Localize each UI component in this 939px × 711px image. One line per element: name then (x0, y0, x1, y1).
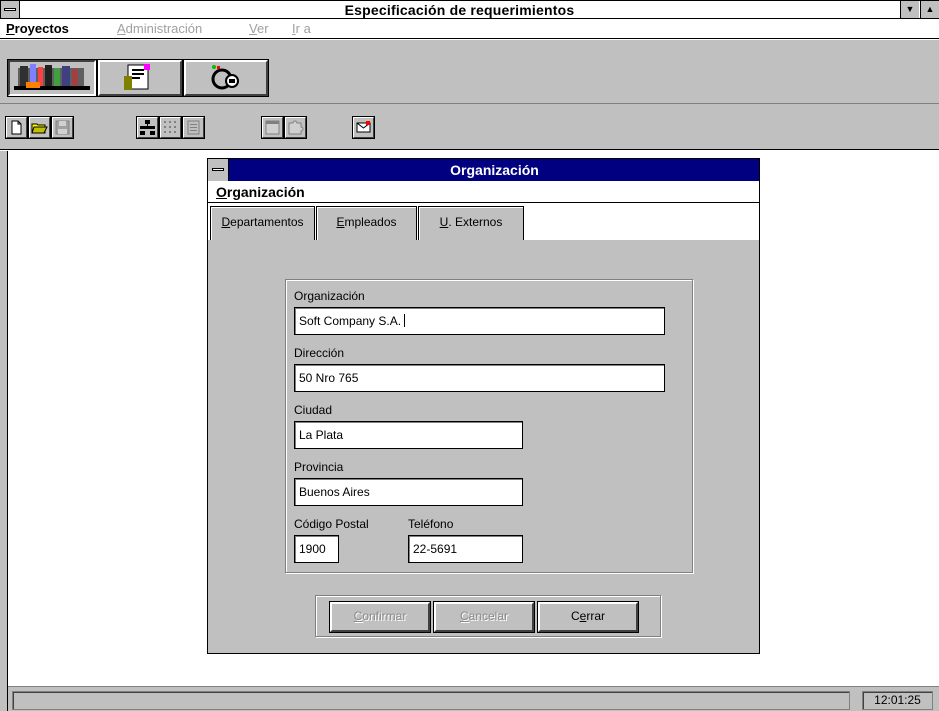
minimize-button[interactable]: ▼ (900, 1, 919, 18)
direccion-input[interactable]: 50 Nro 765 (294, 364, 665, 392)
network-icon (140, 120, 155, 135)
form-button-panel: Confirmar Cancelar Cerrar (315, 595, 661, 637)
list-button[interactable] (182, 116, 205, 139)
puzzle-button[interactable] (284, 116, 307, 139)
menu-administracion[interactable]: Administración (117, 21, 202, 36)
projects-module-icon (14, 64, 90, 90)
keys-module-button[interactable] (183, 59, 269, 97)
module-toolbar (0, 40, 939, 104)
tool-toolbar (0, 104, 939, 150)
menu-proyectos[interactable]: Proyectos (6, 21, 69, 36)
organizacion-label: Organización (294, 289, 365, 303)
triangle-down-icon: ▼ (905, 4, 915, 14)
tab-departamentos[interactable]: Departamentos (210, 206, 315, 240)
mail-button[interactable] (352, 116, 375, 139)
list-icon (187, 120, 200, 135)
system-menu-icon (4, 8, 16, 11)
confirmar-button[interactable]: Confirmar (329, 601, 431, 633)
telefono-input[interactable]: 22-5691 (408, 535, 523, 563)
provincia-input[interactable]: Buenos Aires (294, 478, 523, 506)
new-button[interactable] (5, 116, 28, 139)
tab-strip: Departamentos Empleados U. Externos (208, 203, 759, 240)
envelope-icon (356, 121, 371, 133)
system-menu-icon (212, 168, 224, 171)
save-disk-icon (55, 120, 70, 135)
provincia-label: Provincia (294, 460, 344, 474)
text-caret (404, 314, 406, 327)
child-menu-bar: Organización (208, 181, 759, 203)
open-button[interactable] (28, 116, 51, 139)
status-clock: 12:01:25 (862, 691, 933, 710)
projects-module-button[interactable] (7, 59, 97, 97)
ciudad-input[interactable]: La Plata (294, 421, 523, 449)
triangle-up-icon: ▲ (925, 4, 935, 14)
child-window-title: Organización (450, 162, 539, 178)
menu-bar: Proyectos Administración Ver Ir a (0, 19, 939, 39)
organizacion-window: Organización Organización Departamentos … (207, 158, 760, 654)
codigo-postal-label: Código Postal (294, 517, 369, 531)
system-menu-button[interactable] (1, 1, 20, 18)
main-title-bar: Especificación de requerimientos ▼ ▲ (0, 0, 939, 19)
window-button[interactable] (261, 116, 284, 139)
cancelar-button[interactable]: Cancelar (433, 601, 535, 633)
ciudad-label: Ciudad (294, 403, 333, 417)
menu-ver[interactable]: Ver (249, 21, 269, 36)
menu-organizacion[interactable]: Organización (216, 184, 305, 200)
direccion-label: Dirección (294, 346, 345, 360)
tab-empleados[interactable]: Empleados (316, 206, 417, 240)
dotted-grid-icon (164, 121, 176, 133)
open-folder-icon (31, 123, 48, 134)
organizacion-input[interactable]: Soft Company S.A. (294, 307, 665, 335)
puzzle-icon (288, 120, 304, 135)
status-message (12, 691, 850, 710)
menu-ir-a[interactable]: Ir a (292, 21, 311, 36)
documents-module-icon (124, 64, 150, 90)
child-title-bar[interactable]: Organización (208, 159, 759, 181)
dotted-grid-button[interactable] (159, 116, 182, 139)
status-bar: 12:01:25 (8, 686, 939, 711)
tab-externos[interactable]: U. Externos (418, 206, 524, 240)
organization-form-group: Organización Soft Company S.A. Dirección… (285, 279, 693, 573)
window-icon (265, 120, 280, 135)
codigo-postal-input[interactable]: 1900 (294, 535, 339, 563)
window-left-border (0, 151, 8, 711)
child-system-menu-button[interactable] (208, 159, 229, 181)
documents-module-button[interactable] (97, 59, 183, 97)
telefono-label: Teléfono (408, 517, 454, 531)
network-button[interactable] (136, 116, 159, 139)
maximize-button[interactable]: ▲ (920, 1, 939, 18)
save-button[interactable] (51, 116, 74, 139)
new-document-icon (11, 120, 22, 135)
keys-module-icon (211, 65, 239, 90)
cerrar-button[interactable]: Cerrar (537, 601, 639, 633)
window-title: Especificación de requerimientos (344, 2, 575, 18)
